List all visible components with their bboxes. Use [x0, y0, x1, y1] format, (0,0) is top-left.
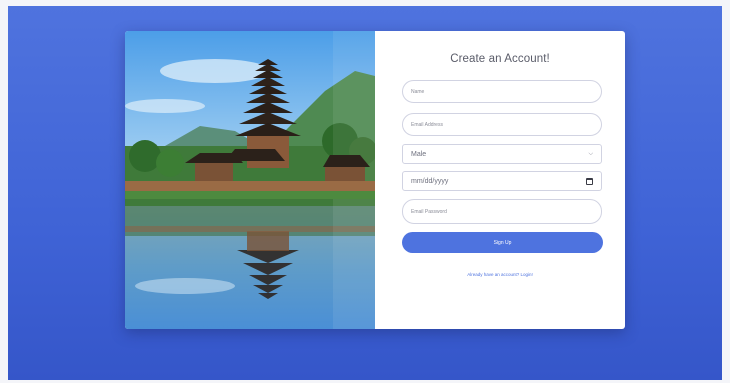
password-input[interactable] [402, 199, 602, 224]
sign-up-button[interactable]: Sign Up [402, 232, 603, 253]
name-input[interactable] [402, 80, 602, 103]
form-title: Create an Account! [450, 53, 550, 65]
date-placeholder: mm/dd/yyyy [411, 177, 449, 185]
date-input[interactable]: mm/dd/yyyy [402, 171, 602, 191]
temple-photo [125, 31, 375, 329]
chevron-down-icon: ⌵ [588, 150, 593, 157]
page-background: Create an Account! Male ⌵ mm/dd/yyyy Sig… [8, 6, 722, 380]
registration-form: Create an Account! Male ⌵ mm/dd/yyyy Sig… [375, 31, 625, 329]
registration-card: Create an Account! Male ⌵ mm/dd/yyyy Sig… [125, 31, 625, 329]
temple-lake-image [125, 31, 375, 329]
email-input[interactable] [402, 113, 602, 136]
calendar-icon[interactable] [586, 177, 593, 185]
gender-select[interactable]: Male ⌵ [402, 144, 602, 164]
gender-select-value: Male [411, 150, 427, 158]
login-link[interactable]: Already have an account? Login! [375, 272, 625, 277]
